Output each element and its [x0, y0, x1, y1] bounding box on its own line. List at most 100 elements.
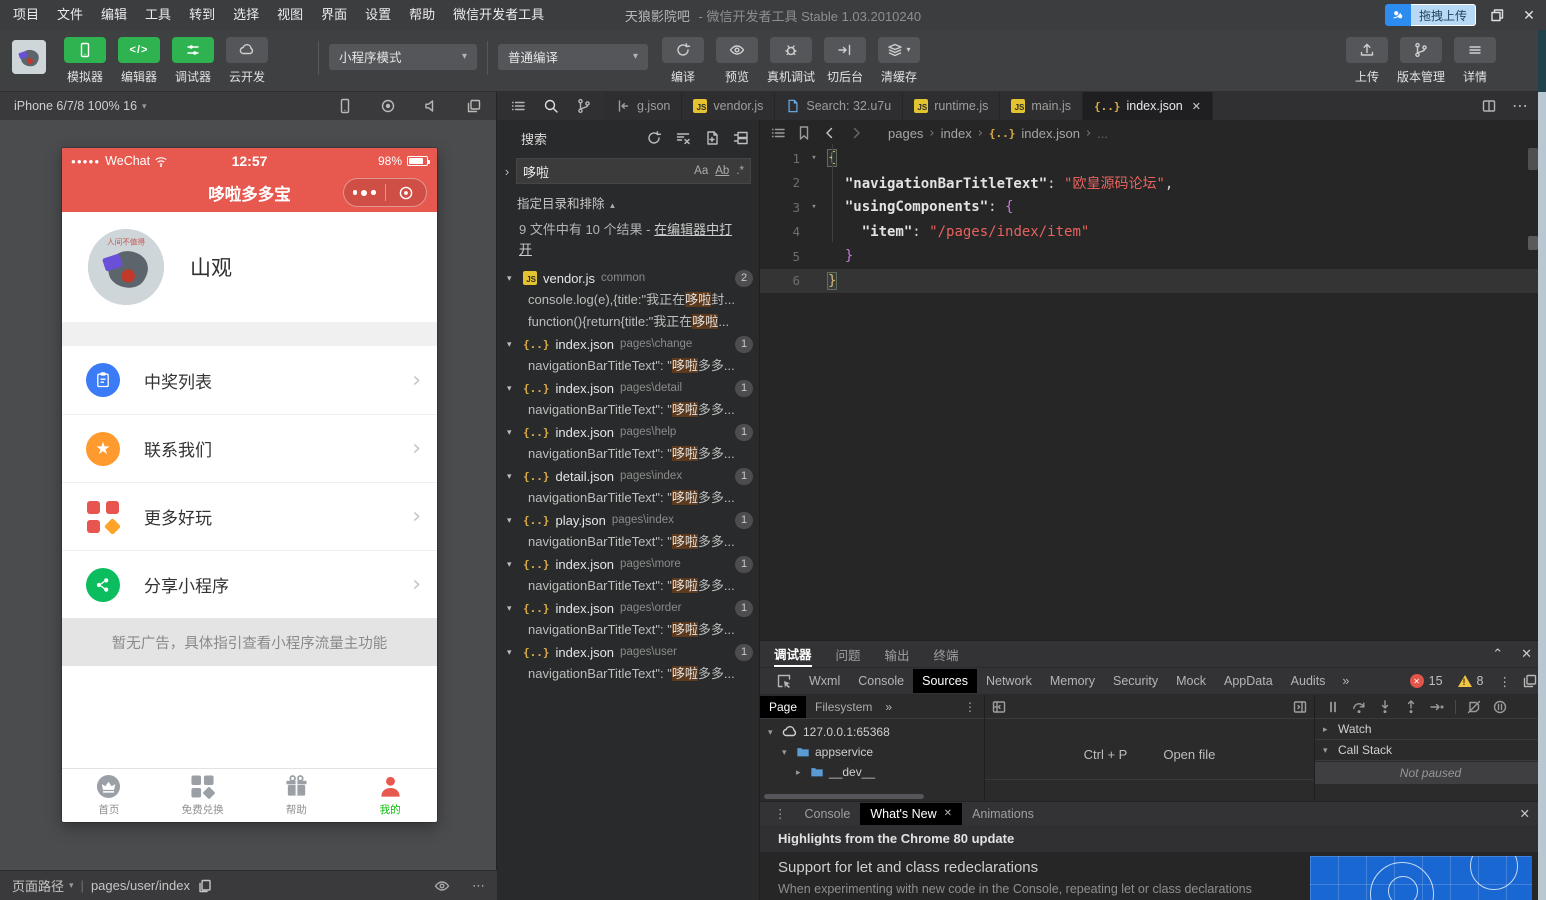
close-window-button[interactable]: ✕ [1518, 7, 1540, 24]
multi-window-icon[interactable] [466, 98, 482, 114]
editor-tab-index.json[interactable]: {..}index.json✕ [1083, 92, 1213, 120]
stepout-icon[interactable] [1403, 699, 1419, 715]
toolbar-button-upload[interactable]: 上传 [1341, 37, 1393, 85]
search-match-8-0[interactable]: navigationBarTitleText": "哆啦多多... [497, 663, 759, 685]
devtools-tab-console[interactable]: Console [849, 669, 913, 693]
pauseexc-icon[interactable] [1492, 699, 1508, 715]
search-match-0-0[interactable]: console.log(e),{title:"我正在哆啦封... [497, 289, 759, 311]
menu-item-3[interactable]: 分享小程序› [62, 550, 437, 618]
refresh-search-icon[interactable] [646, 130, 662, 146]
capsule-more-button[interactable] [344, 179, 385, 206]
stepover-icon[interactable] [1351, 699, 1367, 715]
error-badge-icon[interactable]: ✕ [1410, 674, 1424, 688]
toolbar-button-cloud[interactable]: 云开发 [221, 37, 273, 85]
restore-window-button[interactable] [1486, 7, 1508, 23]
editor-tab-Search--32.u7u[interactable]: Search: 32.u7u [775, 92, 903, 120]
debugger-tab-2[interactable]: 输出 [885, 641, 910, 667]
search-icon[interactable] [543, 98, 559, 114]
drawer-tab-what-s-new[interactable]: What's New✕ [860, 803, 962, 825]
show-debugger-icon[interactable] [1292, 699, 1308, 715]
tabbar-item-0[interactable]: 首页 [62, 769, 156, 822]
devtools-tab-mock[interactable]: Mock [1167, 669, 1215, 693]
undock-icon[interactable] [1522, 673, 1538, 689]
debugger-tab-1[interactable]: 问题 [836, 641, 861, 667]
tabbar-item-3[interactable]: 我的 [343, 769, 437, 822]
menu-item-9[interactable]: 帮助 [400, 0, 444, 30]
toolbar-button-tobg[interactable]: 切后台 [819, 37, 871, 85]
outline-icon[interactable] [770, 125, 786, 141]
menu-item-7[interactable]: 界面 [312, 0, 356, 30]
debugger-tab-0[interactable]: 调试器 [774, 641, 812, 667]
devtools-tab-network[interactable]: Network [977, 669, 1041, 693]
search-match-7-0[interactable]: navigationBarTitleText": "哆啦多多... [497, 619, 759, 641]
bookmark-icon[interactable] [796, 125, 812, 141]
clear-results-icon[interactable] [675, 130, 691, 146]
search-dir-toggle[interactable]: 指定目录和排除▲ [497, 184, 759, 212]
pause-icon[interactable] [1325, 699, 1341, 715]
open-search-editor-icon[interactable] [704, 130, 720, 146]
menu-item-2[interactable]: 编辑 [92, 0, 136, 30]
mode-select[interactable]: 小程序模式 ▾ [329, 44, 477, 70]
toolbar-button-code[interactable]: </>编辑器 [113, 37, 165, 85]
inspect-element-icon[interactable] [776, 673, 792, 689]
fold-icon[interactable]: ▾ [804, 153, 824, 163]
tree-node-2[interactable]: ▸__dev__ [760, 762, 984, 782]
breadcrumb-item[interactable]: pages [888, 126, 923, 141]
whole-word-toggle[interactable]: Ab [715, 165, 729, 177]
search-result-file-5[interactable]: ▾{..}play.jsonpages\index1 [497, 509, 759, 531]
split-editor-icon[interactable] [1481, 98, 1497, 114]
menu-item-6[interactable]: 视图 [268, 0, 312, 30]
profile-avatar[interactable]: 人间不值得 [88, 229, 164, 305]
toolbar-button-sliders[interactable]: 调试器 [167, 37, 219, 85]
toolbar-button-refresh[interactable]: 编译 [657, 37, 709, 85]
nav-back-icon[interactable] [822, 125, 838, 141]
toolbar-button-hamb[interactable]: 详情 [1449, 37, 1501, 85]
user-avatar[interactable] [12, 40, 46, 74]
device-selector[interactable]: iPhone 6/7/8 100% 16 ▾ [14, 99, 147, 113]
show-navigator-icon[interactable] [991, 699, 1007, 715]
menu-item-10[interactable]: 微信开发者工具 [444, 0, 553, 30]
toolbar-button-phone[interactable]: 模拟器 [59, 37, 111, 85]
page-path-dropdown[interactable]: 页面路径 ▾ [12, 876, 74, 895]
mute-icon[interactable] [423, 98, 439, 114]
compile-mode-select[interactable]: 普通编译 ▾ [498, 44, 648, 70]
sources-tab-page[interactable]: Page [760, 696, 806, 718]
devtools-tab-security[interactable]: Security [1104, 669, 1167, 693]
search-result-file-3[interactable]: ▾{..}index.jsonpages\help1 [497, 421, 759, 443]
callstack-section[interactable]: ▾ Call Stack [1315, 740, 1546, 761]
close-tab-icon[interactable]: ✕ [944, 808, 952, 819]
devtools-tab-appdata[interactable]: AppData [1215, 669, 1282, 693]
sidebar-menu-icon[interactable]: ⋮ [964, 700, 984, 714]
editor-tab-g.json[interactable]: g.json [604, 92, 682, 120]
drawer-tab-console[interactable]: Console [795, 803, 861, 825]
search-result-file-6[interactable]: ▾{..}index.jsonpages\more1 [497, 553, 759, 575]
devtools-menu-icon[interactable]: ⋮ [1499, 674, 1512, 689]
editor-scrollbar[interactable] [1528, 148, 1538, 638]
deactbp-icon[interactable] [1466, 699, 1482, 715]
code-area[interactable]: 1▾{2 "navigationBarTitleText": "欧皇源码论坛",… [760, 146, 1546, 293]
breadcrumb-item[interactable]: ... [1097, 126, 1108, 141]
capsule-home-button[interactable] [386, 179, 427, 206]
search-input[interactable]: 哆啦 Aa Ab .* [516, 158, 751, 184]
more-actions-icon[interactable]: ⋯ [1512, 96, 1528, 116]
copy-path-icon[interactable] [197, 878, 213, 894]
menu-item-4[interactable]: 转到 [180, 0, 224, 30]
collapse-panel-icon[interactable]: ⌃ [1492, 646, 1503, 662]
drawer-tab-animations[interactable]: Animations [962, 803, 1044, 825]
menu-item-1[interactable]: ★联系我们› [62, 414, 437, 482]
search-match-1-0[interactable]: navigationBarTitleText": "哆啦多多... [497, 355, 759, 377]
devtools-tab-audits[interactable]: Audits [1282, 669, 1335, 693]
tabbar-item-2[interactable]: 帮助 [250, 769, 344, 822]
search-result-file-2[interactable]: ▾{..}index.jsonpages\detail1 [497, 377, 759, 399]
search-result-file-4[interactable]: ▾{..}detail.jsonpages\index1 [497, 465, 759, 487]
search-match-5-0[interactable]: navigationBarTitleText": "哆啦多多... [497, 531, 759, 553]
search-result-file-8[interactable]: ▾{..}index.jsonpages\user1 [497, 641, 759, 663]
menu-item-0[interactable]: 项目 [4, 0, 48, 30]
editor-tab-runtime.js[interactable]: JSruntime.js [903, 92, 1000, 120]
search-match-6-0[interactable]: navigationBarTitleText": "哆啦多多... [497, 575, 759, 597]
breadcrumb-item[interactable]: index [941, 126, 972, 141]
devtools-tab-memory[interactable]: Memory [1041, 669, 1104, 693]
devtools-tab-wxml[interactable]: Wxml [800, 669, 849, 693]
menu-item-3[interactable]: 工具 [136, 0, 180, 30]
footer-more-icon[interactable]: ⋯ [472, 878, 485, 894]
